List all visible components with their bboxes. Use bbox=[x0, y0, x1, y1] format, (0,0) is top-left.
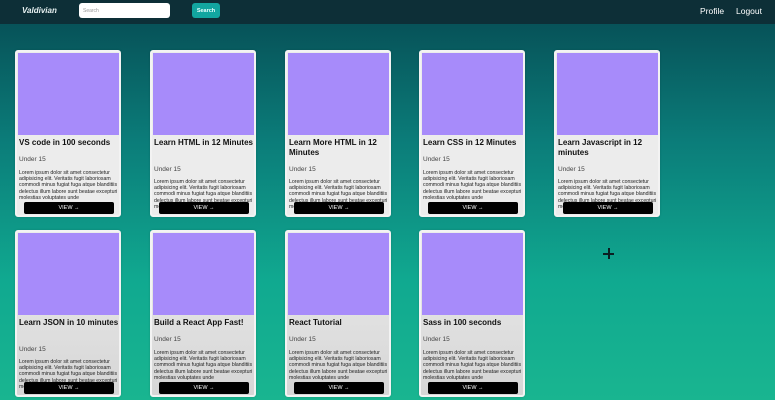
view-button[interactable]: VIEW → bbox=[563, 202, 653, 214]
card-title: Learn CSS in 12 Minutes bbox=[423, 138, 517, 147]
course-card: Learn HTML in 12 Minutes Under 15 Lorem … bbox=[150, 50, 256, 217]
card-title: Build a React App Fast! bbox=[154, 318, 244, 327]
card-subtitle: Under 15 bbox=[289, 166, 316, 173]
course-thumbnail[interactable] bbox=[18, 53, 119, 135]
search-button[interactable]: Search bbox=[192, 3, 220, 18]
course-card: Learn CSS in 12 Minutes Under 15 Lorem i… bbox=[419, 50, 525, 217]
course-thumbnail[interactable] bbox=[422, 233, 523, 315]
course-thumbnail[interactable] bbox=[422, 53, 523, 135]
view-button[interactable]: VIEW → bbox=[24, 202, 114, 214]
course-card: Sass in 100 seconds Under 15 Lorem ipsum… bbox=[419, 230, 525, 397]
card-title: Learn Javascript in 12 minutes bbox=[558, 138, 643, 157]
course-thumbnail[interactable] bbox=[288, 53, 389, 135]
course-card: Learn Javascript in 12 minutes Under 15 … bbox=[554, 50, 660, 217]
brand-logo[interactable]: Valdivian bbox=[22, 6, 57, 15]
crosshair-cursor-icon bbox=[603, 248, 615, 260]
course-card: Build a React App Fast! Under 15 Lorem i… bbox=[150, 230, 256, 397]
course-card: Learn JSON in 10 minutes Under 15 Lorem … bbox=[15, 230, 121, 397]
course-thumbnail[interactable] bbox=[288, 233, 389, 315]
card-title: Sass in 100 seconds bbox=[423, 318, 502, 327]
card-title: VS code in 100 seconds bbox=[19, 138, 111, 147]
logout-link[interactable]: Logout bbox=[736, 6, 762, 16]
card-title: React Tutorial bbox=[289, 318, 342, 327]
course-card: React Tutorial Under 15 Lorem ipsum dolo… bbox=[285, 230, 391, 397]
view-button[interactable]: VIEW → bbox=[24, 382, 114, 394]
course-thumbnail[interactable] bbox=[18, 233, 119, 315]
view-button[interactable]: VIEW → bbox=[428, 202, 518, 214]
card-subtitle: Under 15 bbox=[19, 156, 46, 163]
card-subtitle: Under 15 bbox=[558, 166, 585, 173]
course-card: Learn More HTML in 12 Minutes Under 15 L… bbox=[285, 50, 391, 217]
card-subtitle: Under 15 bbox=[423, 156, 450, 163]
navbar: Valdivian Search Profile Logout bbox=[0, 0, 775, 24]
card-subtitle: Under 15 bbox=[19, 346, 46, 353]
view-button[interactable]: VIEW → bbox=[294, 382, 384, 394]
card-subtitle: Under 15 bbox=[423, 336, 450, 343]
course-thumbnail[interactable] bbox=[557, 53, 658, 135]
card-subtitle: Under 15 bbox=[154, 166, 181, 173]
view-button[interactable]: VIEW → bbox=[159, 382, 249, 394]
view-button[interactable]: VIEW → bbox=[294, 202, 384, 214]
card-subtitle: Under 15 bbox=[289, 336, 316, 343]
card-subtitle: Under 15 bbox=[154, 336, 181, 343]
card-title: Learn HTML in 12 Minutes bbox=[154, 138, 253, 147]
course-thumbnail[interactable] bbox=[153, 233, 254, 315]
view-button[interactable]: VIEW → bbox=[159, 202, 249, 214]
profile-link[interactable]: Profile bbox=[700, 6, 724, 16]
view-button[interactable]: VIEW → bbox=[428, 382, 518, 394]
course-thumbnail[interactable] bbox=[153, 53, 254, 135]
card-title: Learn More HTML in 12 Minutes bbox=[289, 138, 377, 157]
search-input[interactable] bbox=[79, 3, 170, 18]
course-card: VS code in 100 seconds Under 15 Lorem ip… bbox=[15, 50, 121, 217]
card-title: Learn JSON in 10 minutes bbox=[19, 318, 119, 327]
